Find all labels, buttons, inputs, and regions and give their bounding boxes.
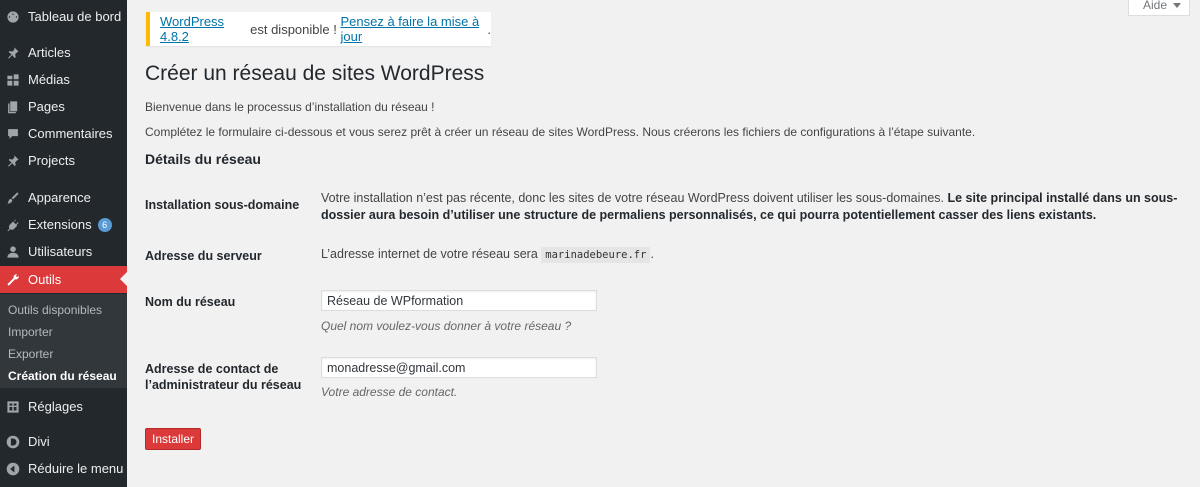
menu-item-dashboard[interactable]: Tableau de bord <box>0 3 127 30</box>
welcome-text: Bienvenue dans le processus d’installati… <box>145 100 435 114</box>
pin-icon <box>6 154 20 168</box>
submenu-item-outils-disponibles[interactable]: Outils disponibles <box>8 303 102 317</box>
submenu-item-creation-reseau[interactable]: Création du réseau <box>8 369 117 383</box>
menu-label: Articles <box>28 45 71 60</box>
update-count-badge: 6 <box>97 217 112 232</box>
server-text-end: . <box>650 247 654 261</box>
menu-item-extensions[interactable]: Extensions 6 <box>0 211 127 238</box>
help-tab-button[interactable]: Aide <box>1128 0 1190 16</box>
menu-label: Extensions <box>28 217 92 232</box>
menu-label: Outils <box>28 272 62 287</box>
menu-item-outils[interactable]: Outils <box>0 266 127 293</box>
menu-item-divi[interactable]: Divi <box>0 428 127 455</box>
server-text: L’adresse internet de votre réseau sera <box>321 247 542 261</box>
plugin-icon <box>6 218 20 232</box>
menu-label: Divi <box>28 434 50 449</box>
server-address-description: L’adresse internet de votre réseau sera … <box>321 246 654 264</box>
menu-label: Utilisateurs <box>28 244 93 259</box>
collapse-menu-button[interactable]: Réduire le menu <box>0 455 127 482</box>
menu-item-apparence[interactable]: Apparence <box>0 184 127 211</box>
help-tab-label: Aide <box>1143 0 1168 12</box>
pages-icon <box>6 100 20 114</box>
menu-item-reglages[interactable]: Réglages <box>0 393 127 420</box>
wrench-icon <box>6 273 20 287</box>
menu-item-pages[interactable]: Pages <box>0 93 127 120</box>
menu-label: Apparence <box>28 190 91 205</box>
update-now-link[interactable]: Pensez à faire la mise à jour <box>340 14 487 44</box>
wordpress-version-link[interactable]: WordPress 4.8.2 <box>160 14 247 44</box>
notice-text: est disponible ! <box>246 21 341 37</box>
menu-label: Commentaires <box>28 126 113 141</box>
network-name-label: Nom du réseau <box>145 295 236 309</box>
notice-text-end: . <box>487 21 491 37</box>
menu-label: Médias <box>28 72 70 87</box>
intro-text: Complétez le formulaire ci-dessous et vo… <box>145 125 976 139</box>
server-address-label: Adresse du serveur <box>145 249 262 263</box>
settings-icon <box>6 400 20 414</box>
menu-item-utilisateurs[interactable]: Utilisateurs <box>0 238 127 265</box>
admin-sidebar: Tableau de bord Articles Médias Pages Co… <box>0 0 127 487</box>
menu-label: Réglages <box>28 399 83 414</box>
menu-item-articles[interactable]: Articles <box>0 39 127 66</box>
admin-email-label: Adresse de contact de l’administrateur d… <box>145 362 302 392</box>
admin-email-input[interactable] <box>321 357 597 378</box>
comment-icon <box>6 127 20 141</box>
chevron-down-icon <box>1173 3 1182 9</box>
update-notice: WordPress 4.8.2 est disponible ! Pensez … <box>146 12 491 46</box>
subdomain-description: Votre installation n’est pas récente, do… <box>321 190 1186 224</box>
submenu-item-importer[interactable]: Importer <box>8 325 53 339</box>
server-domain-value: marinadebeure.fr <box>541 247 651 263</box>
menu-label: Tableau de bord <box>28 9 122 24</box>
user-icon <box>6 245 20 259</box>
subdomain-label: Installation sous-domaine <box>145 198 300 212</box>
admin-email-hint: Votre adresse de contact. <box>321 385 458 399</box>
submenu-item-exporter[interactable]: Exporter <box>8 347 53 361</box>
section-title: Détails du réseau <box>145 151 261 167</box>
menu-item-medias[interactable]: Médias <box>0 66 127 93</box>
subdomain-text: Votre installation n’est pas récente, do… <box>321 191 948 205</box>
menu-label: Pages <box>28 99 65 114</box>
brush-icon <box>6 191 20 205</box>
network-name-hint: Quel nom voulez-vous donner à votre rése… <box>321 319 572 333</box>
pin-icon <box>6 46 20 60</box>
media-icon <box>6 73 20 87</box>
menu-item-commentaires[interactable]: Commentaires <box>0 120 127 147</box>
collapse-icon <box>6 462 20 476</box>
menu-label: Réduire le menu <box>28 461 124 476</box>
outils-submenu: Outils disponibles Importer Exporter Cré… <box>0 294 127 388</box>
menu-item-projects[interactable]: Projects <box>0 147 127 174</box>
dashboard-icon <box>6 10 20 24</box>
network-name-input[interactable] <box>321 290 597 311</box>
install-button[interactable]: Installer <box>145 428 201 450</box>
page-title: Créer un réseau de sites WordPress <box>145 62 485 85</box>
divi-icon <box>6 435 20 449</box>
menu-label: Projects <box>28 153 75 168</box>
